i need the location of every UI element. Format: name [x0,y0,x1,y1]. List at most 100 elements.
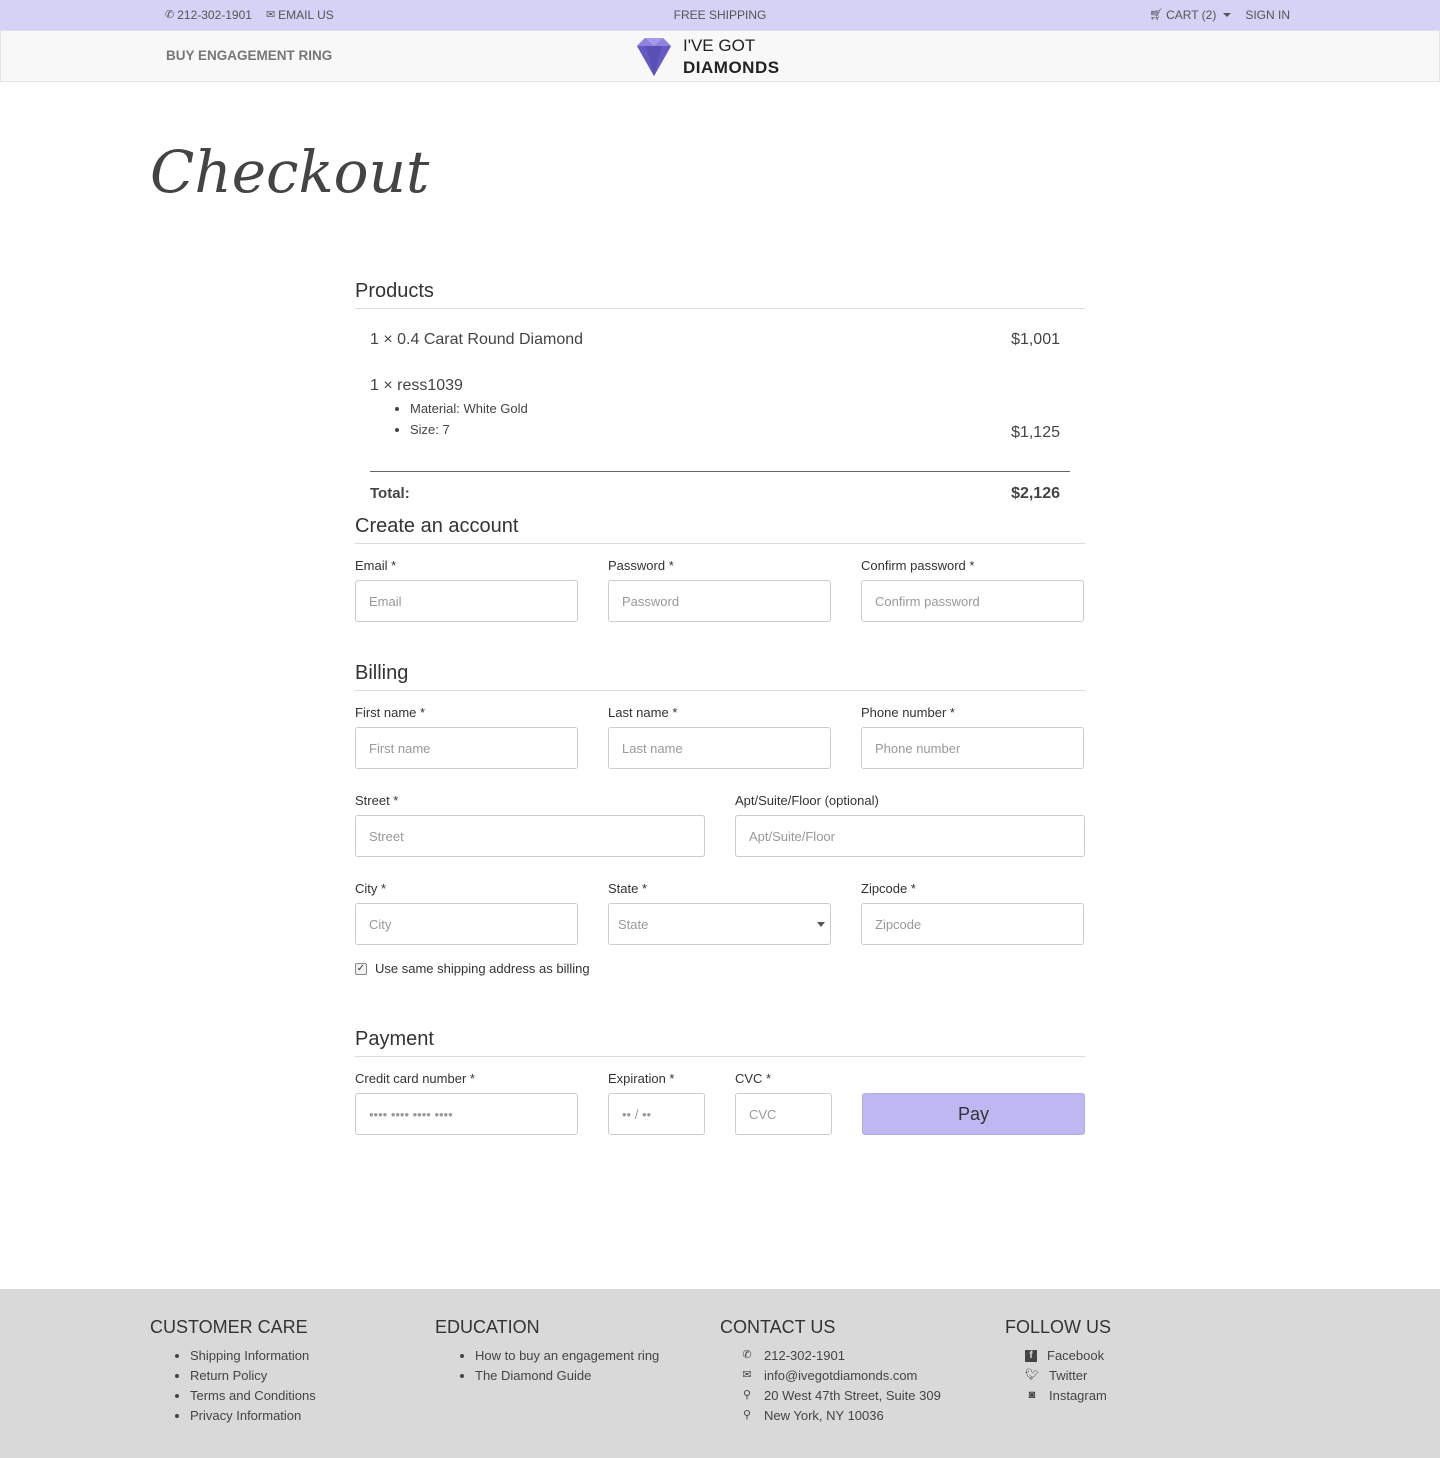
contact-city: ⚲ New York, NY 10036 [740,1408,941,1423]
page-title: Checkout [150,138,430,206]
credit-card-label: Credit card number * [355,1071,475,1086]
footer-link-privacy[interactable]: Privacy Information [190,1408,316,1423]
contact-address-line2: New York, NY 10036 [764,1408,884,1423]
education-heading: EDUCATION [435,1317,540,1337]
product-price: $1,125 [1011,424,1060,441]
contact-heading: CONTACT US [720,1317,836,1337]
contact-email[interactable]: ✉ info@ivegotdiamonds.com [740,1368,941,1383]
top-bar: ✆ 212-302-1901 ✉ EMAIL US FREE SHIPPING … [0,0,1440,30]
expiration-field[interactable] [608,1093,705,1135]
pay-button[interactable]: Pay [862,1093,1085,1135]
chevron-down-icon [817,922,825,927]
expiration-label: Expiration * [608,1071,675,1086]
contact-phone-text: 212-302-1901 [764,1348,845,1363]
product-options: Material: White Gold Size: 7 [370,401,1070,437]
facebook-text: Facebook [1047,1348,1105,1363]
sign-in-link[interactable]: SIGN IN [1245,8,1290,22]
footer-link-how-to-buy[interactable]: How to buy an engagement ring [475,1348,659,1363]
street-label: Street * [355,793,399,808]
apt-field[interactable] [735,815,1085,857]
confirm-password-field[interactable] [861,580,1084,622]
products-heading: Products [355,280,1085,309]
product-option: Material: White Gold [410,401,1070,416]
state-select[interactable]: State [608,903,831,945]
footer-link-diamond-guide[interactable]: The Diamond Guide [475,1368,659,1383]
follow-column: FOLLOW US f Facebook 🐦︎ Twitter ◙ Instagram [1005,1317,1111,1408]
main-navbar: BUY ENGAGEMENT RING I'VE GOT DIAMONDS [0,30,1440,82]
logo-line-2: DIAMONDS [683,58,780,77]
same-shipping-label: Use same shipping address as billing [375,961,590,976]
twitter-icon: 🐦︎ [1025,1369,1039,1381]
logo-line-1: I'VE GOT [683,36,756,55]
product-item: 1 × ress1039 Material: White Gold Size: … [355,377,1085,471]
order-total: Total: $2,126 [370,471,1070,515]
city-field[interactable] [355,903,578,945]
map-marker-icon: ⚲ [742,1409,752,1421]
same-shipping-checkbox[interactable]: ✓ [355,962,367,975]
last-name-field[interactable] [608,727,831,769]
state-label: State * [608,881,648,896]
last-name-label: Last name * [608,705,678,720]
footer-link-shipping[interactable]: Shipping Information [190,1348,316,1363]
cvc-field[interactable] [735,1093,832,1135]
instagram-link[interactable]: ◙ Instagram [1025,1388,1111,1403]
first-name-field[interactable] [355,727,578,769]
cvc-label: CVC * [735,1071,772,1086]
zipcode-field[interactable] [861,903,1084,945]
product-option: Size: 7 [410,422,1070,437]
product-name: 1 × ress1039 [370,377,463,394]
contact-address-line1: 20 West 47th Street, Suite 309 [764,1388,941,1403]
envelope-icon: ✉ [742,1369,752,1381]
instagram-text: Instagram [1049,1388,1107,1403]
city-label: City * [355,881,387,896]
follow-heading: FOLLOW US [1005,1317,1112,1337]
checkout-form: Products 1 × 0.4 Carat Round Diamond $1,… [355,280,1085,1159]
contact-phone[interactable]: ✆ 212-302-1901 [740,1348,941,1363]
create-account-heading: Create an account [355,515,1085,544]
facebook-link[interactable]: f Facebook [1025,1348,1111,1363]
state-select-value: State [608,903,831,945]
map-marker-icon: ⚲ [742,1389,752,1401]
chevron-down-icon [1223,13,1232,17]
zipcode-label: Zipcode * [861,881,916,896]
instagram-icon: ◙ [1028,1389,1036,1401]
facebook-icon: f [1025,1349,1037,1362]
payment-heading: Payment [355,1028,1085,1057]
contact-column: CONTACT US ✆ 212-302-1901 ✉ info@ivegotdia… [720,1317,941,1428]
password-field[interactable] [608,580,831,622]
credit-card-field[interactable] [355,1093,578,1135]
email-field[interactable] [355,580,578,622]
product-item: 1 × 0.4 Carat Round Diamond $1,001 [355,323,1085,377]
email-label: Email * [355,558,397,573]
password-label: Password * [608,558,674,573]
billing-heading: Billing [355,662,1085,691]
diamond-logo-icon [637,38,671,76]
same-shipping-option: ✓ Use same shipping address as billing [355,961,1085,976]
twitter-text: Twitter [1049,1368,1088,1383]
cart-text: CART (2) [1166,8,1217,22]
product-name: 1 × 0.4 Carat Round Diamond [370,331,584,348]
customer-care-heading: CUSTOMER CARE [150,1317,308,1337]
site-footer: CUSTOMER CARE Shipping Information Retur… [0,1289,1440,1458]
contact-email-text: info@ivegotdiamonds.com [764,1368,918,1383]
product-price: $1,001 [1011,331,1060,348]
site-logo[interactable]: I'VE GOT DIAMONDS [633,35,780,79]
education-column: EDUCATION How to buy an engagement ring … [435,1317,659,1388]
apt-label: Apt/Suite/Floor (optional) [735,793,879,808]
customer-care-column: CUSTOMER CARE Shipping Information Retur… [150,1317,316,1428]
phone-number-label: Phone number * [861,705,955,720]
first-name-label: First name * [355,705,426,720]
phone-number-field[interactable] [861,727,1084,769]
street-field[interactable] [355,815,705,857]
buy-engagement-ring-link[interactable]: BUY ENGAGEMENT RING [166,48,332,63]
confirm-password-label: Confirm password * [861,558,975,573]
cart-button[interactable]: 🛒︎ CART (2) [1149,8,1232,22]
total-value: $2,126 [1011,485,1060,502]
cart-icon: 🛒︎ [1149,8,1164,21]
footer-link-return[interactable]: Return Policy [190,1368,316,1383]
twitter-link[interactable]: 🐦︎ Twitter [1025,1368,1111,1383]
phone-icon: ✆ [742,1349,752,1361]
contact-address: ⚲ 20 West 47th Street, Suite 309 [740,1388,941,1403]
total-label: Total: [370,485,410,502]
footer-link-terms[interactable]: Terms and Conditions [190,1388,316,1403]
